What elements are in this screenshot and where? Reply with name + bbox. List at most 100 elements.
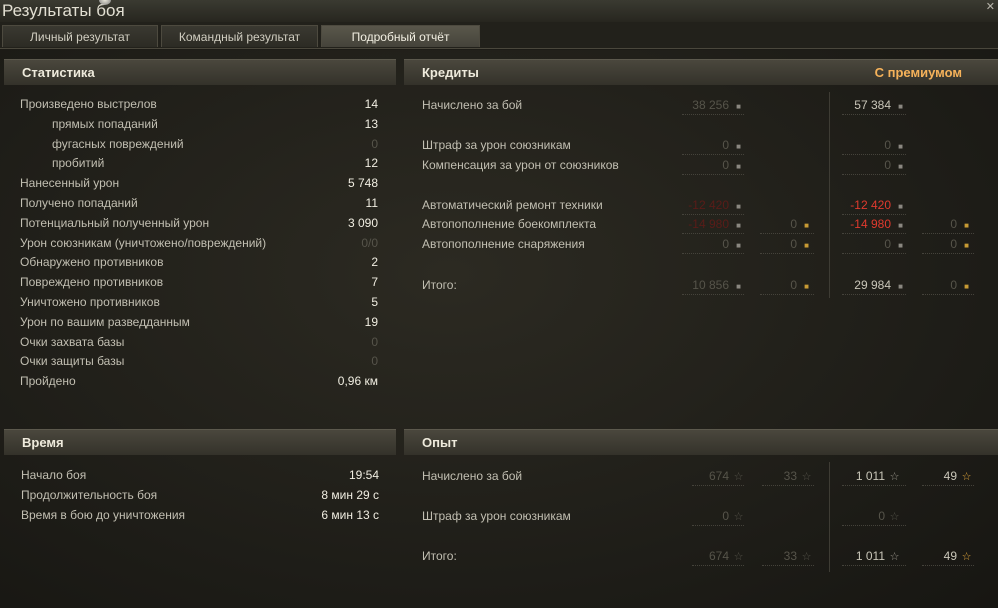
- credit-amount: 0: [884, 237, 891, 251]
- star-icon: ☆: [733, 511, 744, 523]
- credit-label: Начислено за бой: [422, 98, 523, 112]
- credit-amount: 0: [722, 138, 729, 152]
- credit-amount: 0: [950, 217, 957, 231]
- time-label: Начало боя: [21, 468, 87, 482]
- credit-coin-icon: ■: [736, 142, 741, 151]
- tab-detailed-report[interactable]: Подробный отчёт: [321, 25, 480, 47]
- credit-label: Штраф за урон союзникам: [422, 138, 571, 152]
- credit-coin-icon: ■: [898, 142, 903, 151]
- leader-line: [842, 294, 906, 295]
- credit-cell: -12 420 ■: [688, 198, 744, 212]
- credit-cell: 0 ■: [884, 237, 906, 251]
- experience-amount: 33: [783, 469, 797, 483]
- time-row: Начало боя 19:54: [21, 466, 379, 486]
- credit-cell: 0 ■: [790, 237, 812, 251]
- stat-row: Обнаружено противников 2: [20, 253, 378, 273]
- credit-cell: -12 420 ■: [850, 198, 906, 212]
- experience-cell: 674 ☆: [709, 549, 744, 563]
- gold-star-icon: ☆: [801, 551, 812, 563]
- leader-line: [760, 253, 814, 254]
- credit-cell: 0 ■: [722, 138, 744, 152]
- experience-row: Штраф за урон союзникам 0 ☆ 0 ☆: [422, 507, 974, 529]
- credit-amount: -12 420: [688, 198, 729, 212]
- star-icon: ☆: [889, 551, 900, 563]
- experience-amount: 674: [708, 549, 729, 563]
- time-value: 6 мин 13 с: [321, 508, 379, 522]
- gold-coin-icon: ■: [804, 221, 809, 230]
- stat-label: Пройдено: [20, 374, 76, 389]
- credit-row: Штраф за урон союзникам 0 ■ 0 ■: [422, 136, 974, 158]
- stat-value: 3 090: [347, 215, 378, 230]
- time-row: Время в бою до уничтожения 6 мин 13 с: [21, 506, 379, 526]
- credit-amount: 0: [950, 278, 957, 292]
- credit-amount: 0: [722, 237, 729, 251]
- credit-amount: -12 420: [850, 198, 891, 212]
- experience-row: Итого: 674 ☆ 33 ☆ 1 011 ☆ 49 ☆: [422, 547, 974, 569]
- leader-line: [682, 114, 744, 115]
- leader-line: [762, 485, 814, 486]
- experience-amount: 1 011: [855, 549, 885, 563]
- credit-cell: 38 256 ■: [692, 98, 744, 112]
- credit-amount: 38 256: [692, 98, 729, 112]
- leader-line: [922, 233, 974, 234]
- leader-line: [762, 565, 814, 566]
- leader-line: [842, 485, 906, 486]
- stat-row: Уничтожено противников 5: [20, 293, 378, 313]
- credit-amount: 0: [790, 217, 797, 231]
- credit-coin-icon: ■: [736, 202, 741, 211]
- stat-value: 2: [371, 255, 378, 270]
- tab-team-result[interactable]: Командный результат: [161, 25, 318, 47]
- credit-coin-icon: ■: [736, 282, 741, 291]
- credit-row: Автопополнение боекомплекта -14 980 ■ 0 ■ -14…: [422, 215, 974, 237]
- credit-cell: 29 984 ■: [854, 278, 906, 292]
- close-icon[interactable]: ✕: [986, 0, 995, 13]
- credit-label: Компенсация за урон от союзников: [422, 158, 619, 172]
- credit-cell: -14 980 ■: [850, 217, 906, 231]
- leader-line: [692, 485, 744, 486]
- experience-amount: 49: [943, 469, 957, 483]
- leader-line: [760, 233, 814, 234]
- stat-label: Потенциальный полученный урон: [20, 215, 210, 230]
- gold-coin-icon: ■: [964, 282, 969, 291]
- credit-coin-icon: ■: [898, 241, 903, 250]
- star-icon: ☆: [733, 471, 744, 483]
- credit-coin-icon: ■: [736, 241, 741, 250]
- stat-row: Очки защиты базы 0: [20, 352, 378, 372]
- stat-value: 5: [371, 295, 378, 309]
- experience-cell: 1 011 ☆: [856, 469, 900, 483]
- stat-value: 19: [364, 314, 378, 329]
- leader-line: [842, 174, 906, 175]
- leader-line: [842, 253, 906, 254]
- credit-cell: -14 980 ■: [688, 217, 744, 231]
- credits-header: Кредиты С премиумом: [404, 59, 998, 85]
- credit-label: Автопополнение снаряжения: [422, 237, 585, 251]
- tab-personal-result[interactable]: Личный результат: [2, 25, 158, 47]
- experience-header: Опыт: [404, 429, 998, 455]
- credit-row: Итого: 10 856 ■ 0 ■ 29 984 ■ 0 ■: [422, 276, 974, 298]
- credit-coin-icon: ■: [736, 102, 741, 111]
- premium-label: С премиумом: [874, 65, 962, 80]
- gold-coin-icon: ■: [964, 221, 969, 230]
- leader-line: [682, 253, 744, 254]
- stat-label: Произведено выстрелов: [20, 97, 157, 111]
- stat-label: Урон по вашим разведданным: [20, 314, 190, 329]
- star-icon: ☆: [733, 551, 744, 563]
- gold-coin-icon: ■: [964, 241, 969, 250]
- time-header: Время: [4, 429, 396, 455]
- credit-cell: 0 ■: [950, 237, 972, 251]
- credit-cell: 0 ■: [950, 278, 972, 292]
- credit-label: Итого:: [422, 278, 457, 292]
- stat-value: 0: [371, 354, 378, 369]
- leader-line: [682, 154, 744, 155]
- stat-value: 13: [364, 116, 378, 131]
- credit-amount: 57 384: [854, 98, 891, 112]
- leader-line: [922, 294, 974, 295]
- credit-coin-icon: ■: [736, 162, 741, 171]
- credit-coin-icon: ■: [736, 221, 741, 230]
- stat-label: Получено попаданий: [20, 196, 138, 210]
- credit-row: Компенсация за урон от союзников 0 ■ 0 ■: [422, 156, 974, 178]
- credit-label: Автопополнение боекомплекта: [422, 217, 596, 231]
- credit-amount: 29 984: [854, 278, 891, 292]
- stat-row: пробитий 12: [20, 154, 378, 174]
- stat-row: Пройдено 0,96 км: [20, 372, 378, 392]
